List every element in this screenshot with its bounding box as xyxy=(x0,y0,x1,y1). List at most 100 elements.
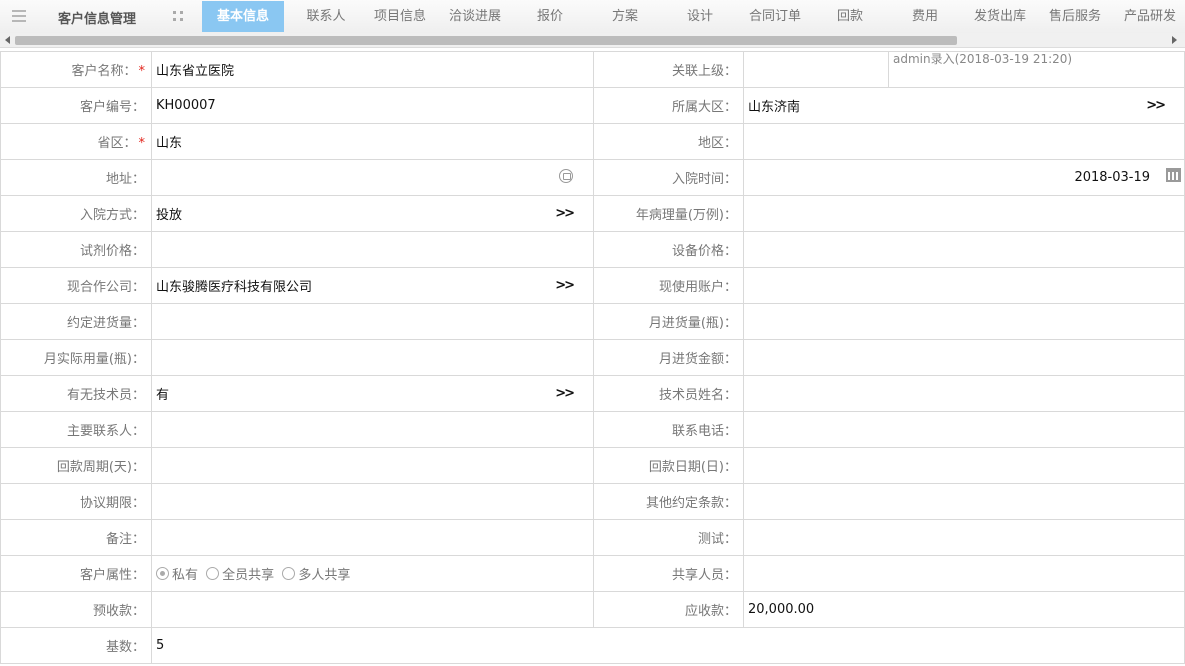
customer-name-field[interactable]: 山东省立医院 xyxy=(151,51,594,88)
field-label: 年病理量(万例)： xyxy=(593,195,744,232)
field-label: 设备价格： xyxy=(593,231,744,268)
field-label: 回款周期(天)： xyxy=(0,447,152,484)
tab-project-info[interactable]: 项目信息 xyxy=(368,1,432,32)
partner-field[interactable]: 山东骏腾医疗科技有限公司 >> xyxy=(151,267,594,304)
field-label: 约定进货量： xyxy=(0,303,152,340)
field-label: 共享人员： xyxy=(593,555,744,592)
chevron-double-right-icon[interactable]: >> xyxy=(1146,98,1166,113)
field-label: 预收款： xyxy=(0,591,152,628)
phone-field[interactable] xyxy=(743,411,1185,448)
chevron-double-right-icon[interactable]: >> xyxy=(555,278,575,293)
audit-info: admin录入(2018-03-19 21:20) xyxy=(888,51,1185,88)
agreed-purchase-field[interactable] xyxy=(151,303,594,340)
field-label: 地址： xyxy=(0,159,152,196)
radio-label: 私有 xyxy=(172,568,199,583)
field-label: 联系电话： xyxy=(593,411,744,448)
shared-people-field[interactable] xyxy=(743,555,1185,592)
monthly-purchase-qty-field[interactable] xyxy=(743,303,1185,340)
remark-field[interactable] xyxy=(151,519,594,556)
audit-text: admin录入(2018-03-19 21:20) xyxy=(893,52,1073,66)
entry-date-value: 2018-03-19 xyxy=(1074,170,1150,185)
area-field[interactable] xyxy=(743,123,1185,160)
radio-label: 多人共享 xyxy=(298,568,351,583)
field-label: 月进货金额： xyxy=(593,339,744,376)
field-label: 月实际用量(瓶)： xyxy=(0,339,152,376)
annual-cases-field[interactable] xyxy=(743,195,1185,232)
tab-negotiation[interactable]: 洽谈进展 xyxy=(443,1,507,32)
field-label: 现合作公司： xyxy=(0,267,152,304)
customer-no-field[interactable]: KH00007 xyxy=(151,87,594,124)
big-region-field[interactable]: 山东济南 >> xyxy=(743,87,1185,124)
field-label: 客户属性： xyxy=(0,555,152,592)
scroll-thumb[interactable] xyxy=(15,36,957,45)
field-label: 现使用账户： xyxy=(593,267,744,304)
chevron-double-right-icon[interactable]: >> xyxy=(555,206,575,221)
field-label: 其他约定条款： xyxy=(593,483,744,520)
field-label: 协议期限： xyxy=(0,483,152,520)
radio-multi-share[interactable] xyxy=(282,567,296,580)
tab-contract-order[interactable]: 合同订单 xyxy=(743,1,807,32)
map-locate-icon[interactable] xyxy=(559,169,573,183)
monthly-actual-usage-field[interactable] xyxy=(151,339,594,376)
field-label: 技术员姓名： xyxy=(593,375,744,412)
equipment-price-field[interactable] xyxy=(743,231,1185,268)
tab-after-sales[interactable]: 售后服务 xyxy=(1043,1,1107,32)
field-label: 基数： xyxy=(0,627,152,664)
has-technician-field[interactable]: 有 >> xyxy=(151,375,594,412)
field-label: 回款日期(日)： xyxy=(593,447,744,484)
tab-contacts[interactable]: 联系人 xyxy=(296,1,356,32)
account-field[interactable] xyxy=(743,267,1185,304)
parent-field[interactable] xyxy=(743,51,889,88)
tab-plan[interactable]: 方案 xyxy=(601,1,649,32)
base-count-field[interactable]: 5 xyxy=(151,627,1185,664)
field-label: 有无技术员： xyxy=(0,375,152,412)
test-field[interactable] xyxy=(743,519,1185,556)
field-label: 入院时间： xyxy=(593,159,744,196)
other-terms-field[interactable] xyxy=(743,483,1185,520)
field-label: 测试： xyxy=(593,519,744,556)
field-label: 省区： * xyxy=(0,123,152,160)
radio-label: 全员共享 xyxy=(222,568,275,583)
field-label: 月进货量(瓶)： xyxy=(593,303,744,340)
main-contact-field[interactable] xyxy=(151,411,594,448)
field-label: 客户编号： xyxy=(0,87,152,124)
chevron-double-right-icon[interactable]: >> xyxy=(555,386,575,401)
radio-private[interactable] xyxy=(156,567,169,580)
list-menu-icon[interactable] xyxy=(12,9,28,23)
agreement-term-field[interactable] xyxy=(151,483,594,520)
field-label: 客户名称： * xyxy=(0,51,152,88)
entry-method-field[interactable]: 投放 >> xyxy=(151,195,594,232)
customer-attr-field: 私有 全员共享 多人共享 xyxy=(151,555,594,592)
tab-shipping[interactable]: 发货出库 xyxy=(968,1,1032,32)
grip-icon[interactable] xyxy=(172,10,186,24)
province-field[interactable]: 山东 xyxy=(151,123,594,160)
horizontal-scrollbar[interactable] xyxy=(0,33,1185,48)
radio-all-share[interactable] xyxy=(206,567,220,580)
field-label: 关联上级： xyxy=(593,51,744,88)
field-label: 所属大区： xyxy=(593,87,744,124)
tab-rnd[interactable]: 产品研发 xyxy=(1118,1,1182,32)
tab-quote[interactable]: 报价 xyxy=(526,1,574,32)
payment-cycle-field[interactable] xyxy=(151,447,594,484)
tab-expense[interactable]: 费用 xyxy=(901,1,949,32)
field-label: 地区： xyxy=(593,123,744,160)
tab-design[interactable]: 设计 xyxy=(676,1,724,32)
field-label: 应收款： xyxy=(593,591,744,628)
technician-name-field[interactable] xyxy=(743,375,1185,412)
field-label: 试剂价格： xyxy=(0,231,152,268)
advance-receipt-field[interactable] xyxy=(151,591,594,628)
tab-basic-info[interactable]: 基本信息 xyxy=(202,1,284,32)
scroll-right-icon[interactable] xyxy=(1172,36,1177,44)
receivable-field[interactable]: 20,000.00 xyxy=(743,591,1185,628)
app-title: 客户信息管理 xyxy=(58,12,137,27)
field-label: 主要联系人： xyxy=(0,411,152,448)
field-label: 备注： xyxy=(0,519,152,556)
entry-date-field[interactable]: 2018-03-19 xyxy=(743,159,1185,196)
address-field[interactable] xyxy=(151,159,594,196)
tab-payment[interactable]: 回款 xyxy=(826,1,874,32)
calendar-icon[interactable] xyxy=(1166,168,1181,182)
scroll-left-icon[interactable] xyxy=(5,36,10,44)
reagent-price-field[interactable] xyxy=(151,231,594,268)
monthly-purchase-amount-field[interactable] xyxy=(743,339,1185,376)
payment-day-field[interactable] xyxy=(743,447,1185,484)
